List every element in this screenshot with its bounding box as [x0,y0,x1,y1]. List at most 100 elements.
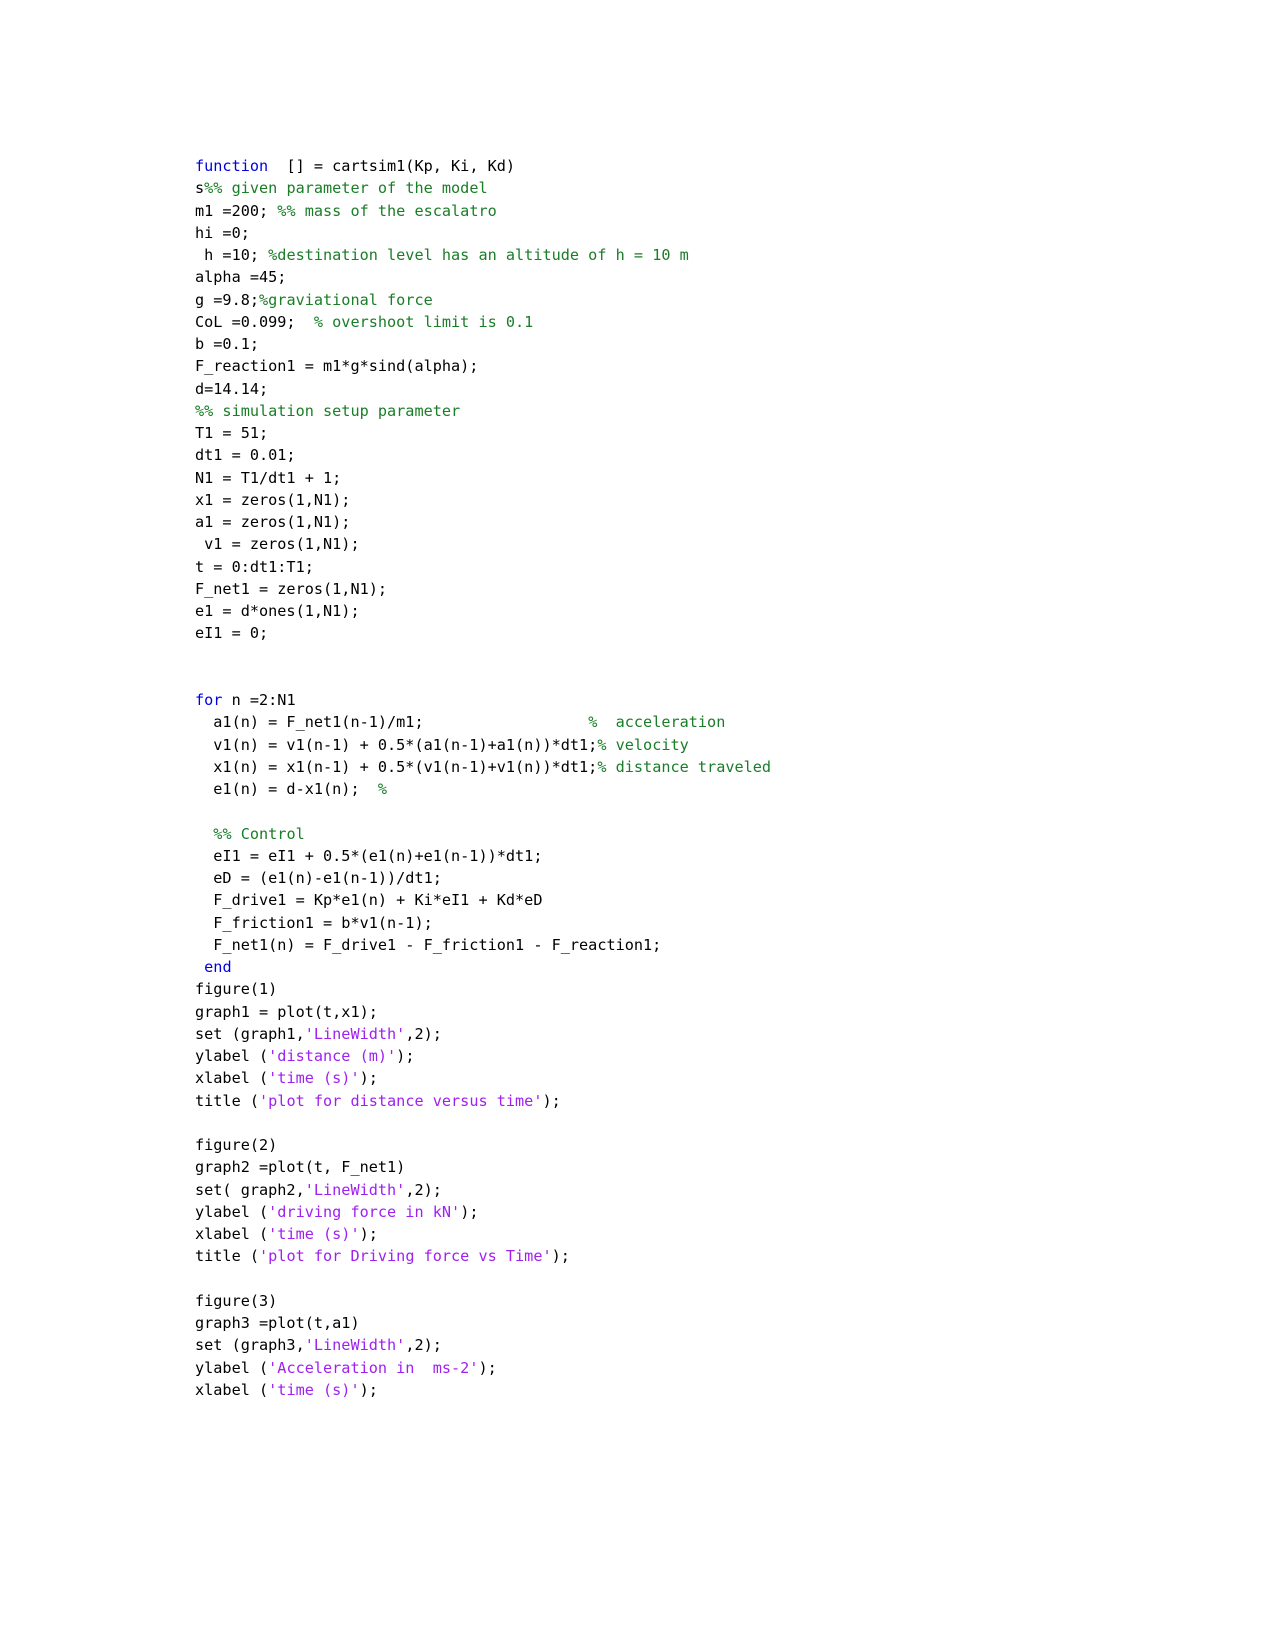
code-line: figure(3) [195,1290,1235,1312]
code-token-plain: ); [478,1358,497,1377]
code-line: figure(2) [195,1134,1235,1156]
code-line: v1 = zeros(1,N1); [195,533,1235,555]
code-line: m1 =200; %% mass of the escalatro [195,200,1235,222]
code-line: end [195,956,1235,978]
code-token-plain: x1(n) = x1(n-1) + 0.5*(v1(n-1)+v1(n))*dt… [195,757,598,776]
code-token-plain: ,2); [405,1336,442,1355]
code-line: F_reaction1 = m1*g*sind(alpha); [195,355,1235,377]
code-token-plain: xlabel ( [195,1380,269,1399]
code-token-plain: h =10; [195,246,269,265]
code-token-plain: x1 = zeros(1,N1); [195,490,351,509]
code-token-plain: title ( [195,1247,260,1266]
code-token-plain: ); [460,1202,479,1221]
code-token-plain: [] = cartsim1(Kp, Ki, Kd) [268,157,516,176]
code-line: CoL =0.099; % overshoot limit is 0.1 [195,311,1235,333]
code-line: xlabel ('time (s)'); [195,1379,1235,1401]
code-token-plain: a1 = zeros(1,N1); [195,513,351,532]
code-line: x1 = zeros(1,N1); [195,489,1235,511]
code-token-comment: %graviational force [259,290,433,309]
code-token-kw: for [195,691,223,710]
code-line: F_net1(n) = F_drive1 - F_friction1 - F_r… [195,934,1235,956]
code-line: b =0.1; [195,333,1235,355]
code-token-str: 'time (s)' [268,1380,360,1399]
code-token-plain: ,2); [405,1024,442,1043]
code-line: eI1 = eI1 + 0.5*(e1(n)+e1(n-1))*dt1; [195,845,1235,867]
code-token-plain: alpha =45; [195,268,287,287]
code-token-plain: figure(3) [195,1291,278,1310]
code-line: title ('plot for distance versus time'); [195,1090,1235,1112]
code-token-plain: s [195,179,205,198]
code-token-comment: %% Control [213,824,305,843]
code-line: title ('plot for Driving force vs Time')… [195,1245,1235,1267]
code-line: for n =2:N1 [195,689,1235,711]
code-line: graph1 = plot(t,x1); [195,1001,1235,1023]
code-token-plain: figure(2) [195,1136,278,1155]
code-line: N1 = T1/dt1 + 1; [195,467,1235,489]
code-line: F_friction1 = b*v1(n-1); [195,912,1235,934]
code-token-comment: % velocity [597,735,689,754]
code-line: graph2 =plot(t, F_net1) [195,1156,1235,1178]
code-token-plain: n =2:N1 [222,691,296,710]
code-listing[interactable]: function [] = cartsim1(Kp, Ki, Kd) s%% gi… [195,155,1235,1401]
code-token-plain: a1(n) = F_net1(n-1)/m1; [195,713,589,732]
code-token-plain: ); [396,1047,415,1066]
code-line: %% Control [195,823,1235,845]
code-line: dt1 = 0.01; [195,444,1235,466]
code-token-plain: ylabel ( [195,1047,269,1066]
code-token-plain: m1 =200; [195,201,278,220]
code-token-kw: end [204,958,232,977]
code-token-plain: xlabel ( [195,1069,269,1088]
code-line: xlabel ('time (s)'); [195,1067,1235,1089]
code-line: set( graph2,'LineWidth',2); [195,1179,1235,1201]
code-token-plain: ); [359,1225,378,1244]
code-token-plain: F_drive1 = Kp*e1(n) + Ki*eI1 + Kd*eD [195,891,543,910]
code-token-str: 'plot for Driving force vs Time' [259,1247,552,1266]
code-line: set (graph1,'LineWidth',2); [195,1023,1235,1045]
code-token-plain: b =0.1; [195,335,260,354]
code-token-plain: e1 = d*ones(1,N1); [195,602,360,621]
code-line: s%% given parameter of the model [195,177,1235,199]
code-token-comment: %% given parameter of the model [204,179,488,198]
code-line: g =9.8;%graviational force [195,289,1235,311]
code-token-plain: F_net1(n) = F_drive1 - F_friction1 - F_r… [195,935,662,954]
code-token-plain: ); [359,1069,378,1088]
code-line: hi =0; [195,222,1235,244]
code-token-comment: %% simulation setup parameter [195,401,461,420]
code-line: F_net1 = zeros(1,N1); [195,578,1235,600]
code-token-str: 'LineWidth' [304,1180,406,1199]
code-token-plain: CoL =0.099; [195,312,314,331]
code-token-plain: T1 = 51; [195,424,269,443]
code-token-plain: graph1 = plot(t,x1); [195,1002,378,1021]
code-line: a1(n) = F_net1(n-1)/m1; % acceleration [195,711,1235,733]
code-token-plain: eI1 = 0; [195,624,269,643]
code-token-comment: % distance traveled [597,757,772,776]
code-line: e1 = d*ones(1,N1); [195,600,1235,622]
code-line: function [] = cartsim1(Kp, Ki, Kd) [195,155,1235,177]
code-line: figure(1) [195,978,1235,1000]
code-token-plain: figure(1) [195,980,278,999]
code-token-plain: hi =0; [195,223,250,242]
code-token-str: 'plot for distance versus time' [259,1091,543,1110]
code-token-str: 'LineWidth' [304,1336,406,1355]
code-token-comment: % acceleration [588,713,726,732]
code-token-plain: graph2 =plot(t, F_net1) [195,1158,406,1177]
code-token-plain: xlabel ( [195,1225,269,1244]
code-line: T1 = 51; [195,422,1235,444]
code-token-str: 'time (s)' [268,1069,360,1088]
code-token-plain: ); [551,1247,570,1266]
code-line: ylabel ('distance (m)'); [195,1045,1235,1067]
code-token-plain: title ( [195,1091,260,1110]
code-line: graph3 =plot(t,a1) [195,1312,1235,1334]
code-token-plain: dt1 = 0.01; [195,446,296,465]
code-token-plain: ); [542,1091,561,1110]
code-line: %% simulation setup parameter [195,400,1235,422]
code-token-str: 'driving force in kN' [268,1202,461,1221]
code-token-plain: F_friction1 = b*v1(n-1); [195,913,433,932]
code-line: set (graph3,'LineWidth',2); [195,1334,1235,1356]
code-token-plain: e1(n) = d-x1(n); [195,780,378,799]
code-token-plain: ylabel ( [195,1202,269,1221]
